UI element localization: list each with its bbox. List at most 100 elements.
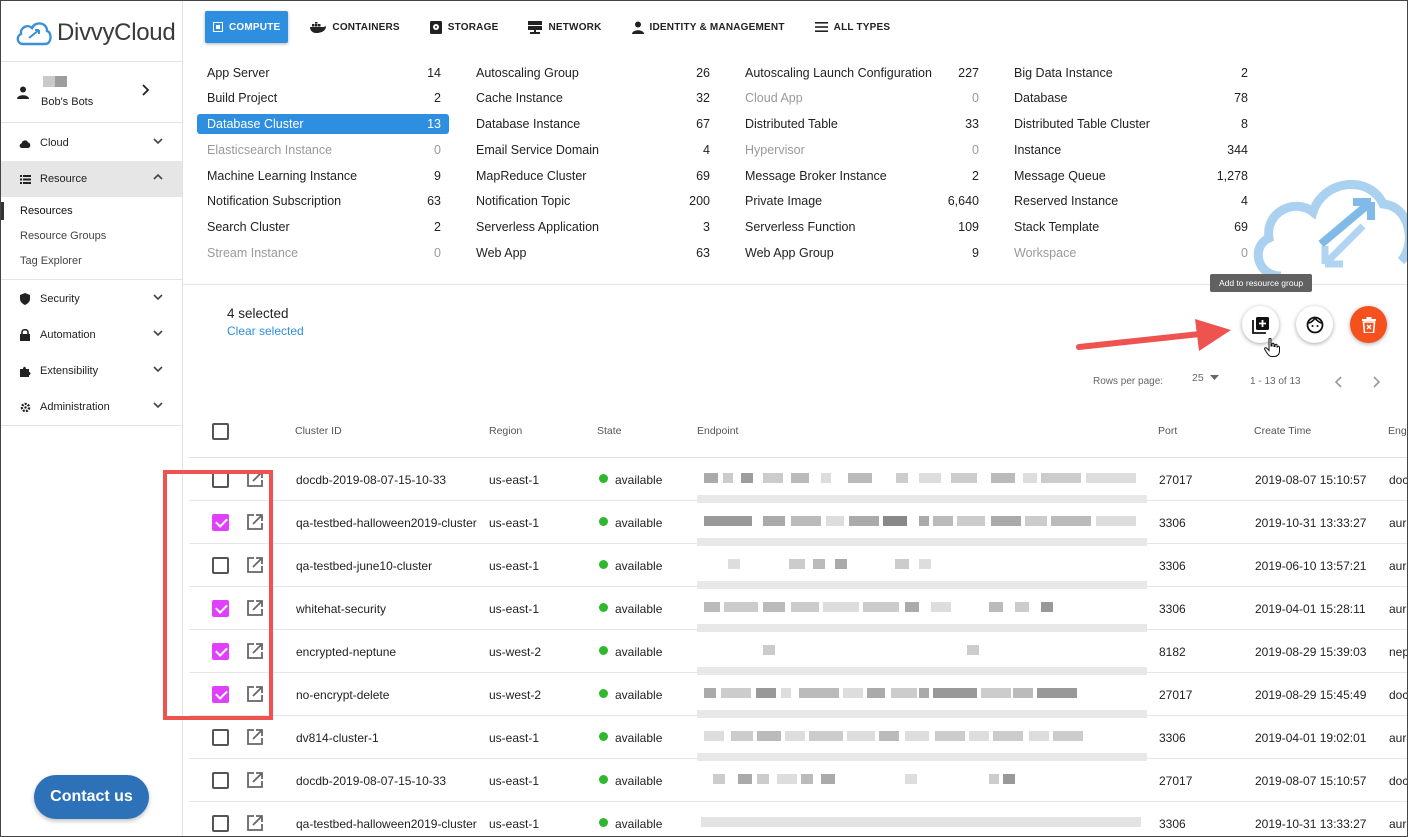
redaction-block [969, 731, 989, 741]
open-external-icon[interactable] [246, 771, 264, 789]
sidebar-subitem-resources[interactable]: Resources [20, 205, 73, 217]
cell-region: us-west-2 [489, 645, 542, 659]
resource-type-item[interactable]: Database Cluster 13 [197, 114, 449, 134]
sidebar-item-administration[interactable]: Administration [1, 389, 182, 425]
cell-region: us-east-1 [489, 473, 540, 487]
header-endpoint[interactable]: Endpoint [697, 425, 738, 437]
caret-down-icon [1209, 375, 1219, 380]
header-engine[interactable]: Engi [1388, 425, 1407, 437]
redaction-block [919, 688, 929, 698]
sidebar-item-cloud[interactable]: Cloud [1, 125, 182, 161]
tab-storage[interactable]: STORAGE [429, 11, 499, 43]
status-dot [599, 474, 608, 483]
resource-type-item[interactable]: MapReduce Cluster 69 [466, 166, 718, 186]
tab-all-types[interactable]: ALL TYPES [814, 11, 891, 43]
redaction-block [981, 688, 1011, 698]
redaction-block [701, 817, 1141, 827]
chevron-left-icon[interactable] [1334, 376, 1344, 388]
resource-type-name: Message Broker Instance [745, 169, 887, 183]
resource-type-item[interactable]: Elasticsearch Instance 0 [197, 140, 449, 160]
logo[interactable]: DivvyCloud [15, 13, 176, 53]
redaction-block [799, 688, 839, 698]
sidebar-item-security[interactable]: Security [1, 281, 182, 317]
sidebar-item-automation[interactable]: Automation [1, 317, 182, 353]
resource-type-item[interactable]: Notification Topic 200 [466, 191, 718, 211]
sidebar-item-extensibility[interactable]: Extensibility [1, 353, 182, 389]
cell-state: available [615, 817, 663, 831]
resource-type-item[interactable]: Web App Group 9 [735, 243, 987, 263]
resource-type-item[interactable]: Distributed Table Cluster 8 [1004, 114, 1256, 134]
redaction-block [879, 731, 899, 741]
redaction-block [704, 516, 752, 526]
resource-type-item[interactable]: Distributed Table 33 [735, 114, 987, 134]
resource-type-item[interactable]: Autoscaling Group 26 [466, 63, 718, 83]
resource-type-item[interactable]: Message Queue 1,278 [1004, 166, 1256, 186]
cell-engine: aur [1389, 559, 1407, 573]
app-window: DivvyCloud Bob's Bots Cloud Resource Res… [0, 0, 1408, 837]
resource-type-item[interactable]: Machine Learning Instance 9 [197, 166, 449, 186]
resource-type-item[interactable]: Email Service Domain 4 [466, 140, 718, 160]
cell-cluster-id: qa-testbed-halloween2019-cluster [296, 516, 477, 530]
chevron-right-icon[interactable] [1371, 376, 1381, 388]
assign-owner-button[interactable] [1296, 306, 1333, 343]
row-checkbox[interactable] [212, 772, 229, 789]
open-external-icon[interactable] [246, 728, 264, 746]
resource-type-item[interactable]: App Server 14 [197, 63, 449, 83]
tab-compute[interactable]: COMPUTE [205, 11, 289, 43]
sidebar-subitem-resource-groups[interactable]: Resource Groups [20, 230, 106, 242]
header-region[interactable]: Region [489, 425, 522, 437]
gear-icon [19, 402, 31, 413]
sidebar-item-resource[interactable]: Resource [1, 161, 182, 197]
cell-region: us-east-1 [489, 602, 540, 616]
sidebar-subitem-tag-explorer[interactable]: Tag Explorer [20, 255, 82, 267]
account-switcher[interactable]: Bob's Bots [1, 61, 182, 123]
resource-type-item[interactable]: Notification Subscription 63 [197, 191, 449, 211]
resource-type-item[interactable]: Stream Instance 0 [197, 243, 449, 263]
resource-type-item[interactable]: Stack Template 69 [1004, 217, 1256, 237]
clear-selected-link[interactable]: Clear selected [227, 324, 304, 338]
resource-type-item[interactable]: Hypervisor 0 [735, 140, 987, 160]
redaction-block [728, 559, 740, 569]
row-checkbox[interactable] [212, 729, 229, 746]
redaction-block [1053, 731, 1083, 741]
tab-containers[interactable]: CONTAINERS [310, 11, 400, 43]
header-port[interactable]: Port [1158, 425, 1177, 437]
delete-button[interactable] [1350, 306, 1387, 343]
resource-type-item[interactable]: Reserved Instance 4 [1004, 191, 1256, 211]
resource-type-count: 200 [689, 194, 710, 208]
header-create-time[interactable]: Create Time [1254, 425, 1311, 437]
row-checkbox[interactable] [212, 815, 229, 832]
resource-type-item[interactable]: Message Broker Instance 2 [735, 166, 987, 186]
resource-type-item[interactable]: Serverless Function 109 [735, 217, 987, 237]
resource-type-name: Distributed Table Cluster [1014, 117, 1150, 131]
resource-type-item[interactable]: Workspace 0 [1004, 243, 1256, 263]
resource-type-item[interactable]: Cache Instance 32 [466, 88, 718, 108]
redaction-block [919, 559, 931, 569]
cell-create-time: 2019-08-07 15:10:57 [1255, 774, 1367, 788]
tab-network[interactable]: NETWORK [528, 11, 601, 43]
open-external-icon[interactable] [246, 814, 264, 832]
contact-us-button[interactable]: Contact us [34, 775, 149, 819]
tab-identity-management[interactable]: IDENTITY & MANAGEMENT [631, 11, 785, 43]
resource-type-item[interactable]: Database 78 [1004, 88, 1256, 108]
redaction-block [905, 774, 917, 784]
rows-per-page-select[interactable]: 25 [1192, 372, 1219, 384]
resource-type-item[interactable]: Database Instance 67 [466, 114, 718, 134]
resource-type-item[interactable]: Private Image 6,640 [735, 191, 987, 211]
resource-type-item[interactable]: Search Cluster 2 [197, 217, 449, 237]
resource-type-item[interactable]: Autoscaling Launch Configuration 227 [735, 63, 987, 83]
resource-type-item[interactable]: Web App 63 [466, 243, 718, 263]
redaction-block [967, 645, 979, 655]
cell-engine: doc [1389, 688, 1408, 702]
header-cluster-id[interactable]: Cluster ID [295, 425, 342, 437]
header-state[interactable]: State [597, 425, 622, 437]
resource-type-item[interactable]: Instance 344 [1004, 140, 1256, 160]
select-all-checkbox[interactable] [212, 423, 229, 440]
cell-cluster-id: qa-testbed-june10-cluster [296, 559, 433, 573]
cell-port: 3306 [1159, 602, 1186, 616]
resource-type-item[interactable]: Serverless Application 3 [466, 217, 718, 237]
divvycloud-logo-icon [16, 22, 52, 46]
resource-type-item[interactable]: Cloud App 0 [735, 88, 987, 108]
resource-type-item[interactable]: Build Project 2 [197, 88, 449, 108]
resource-type-item[interactable]: Big Data Instance 2 [1004, 63, 1256, 83]
